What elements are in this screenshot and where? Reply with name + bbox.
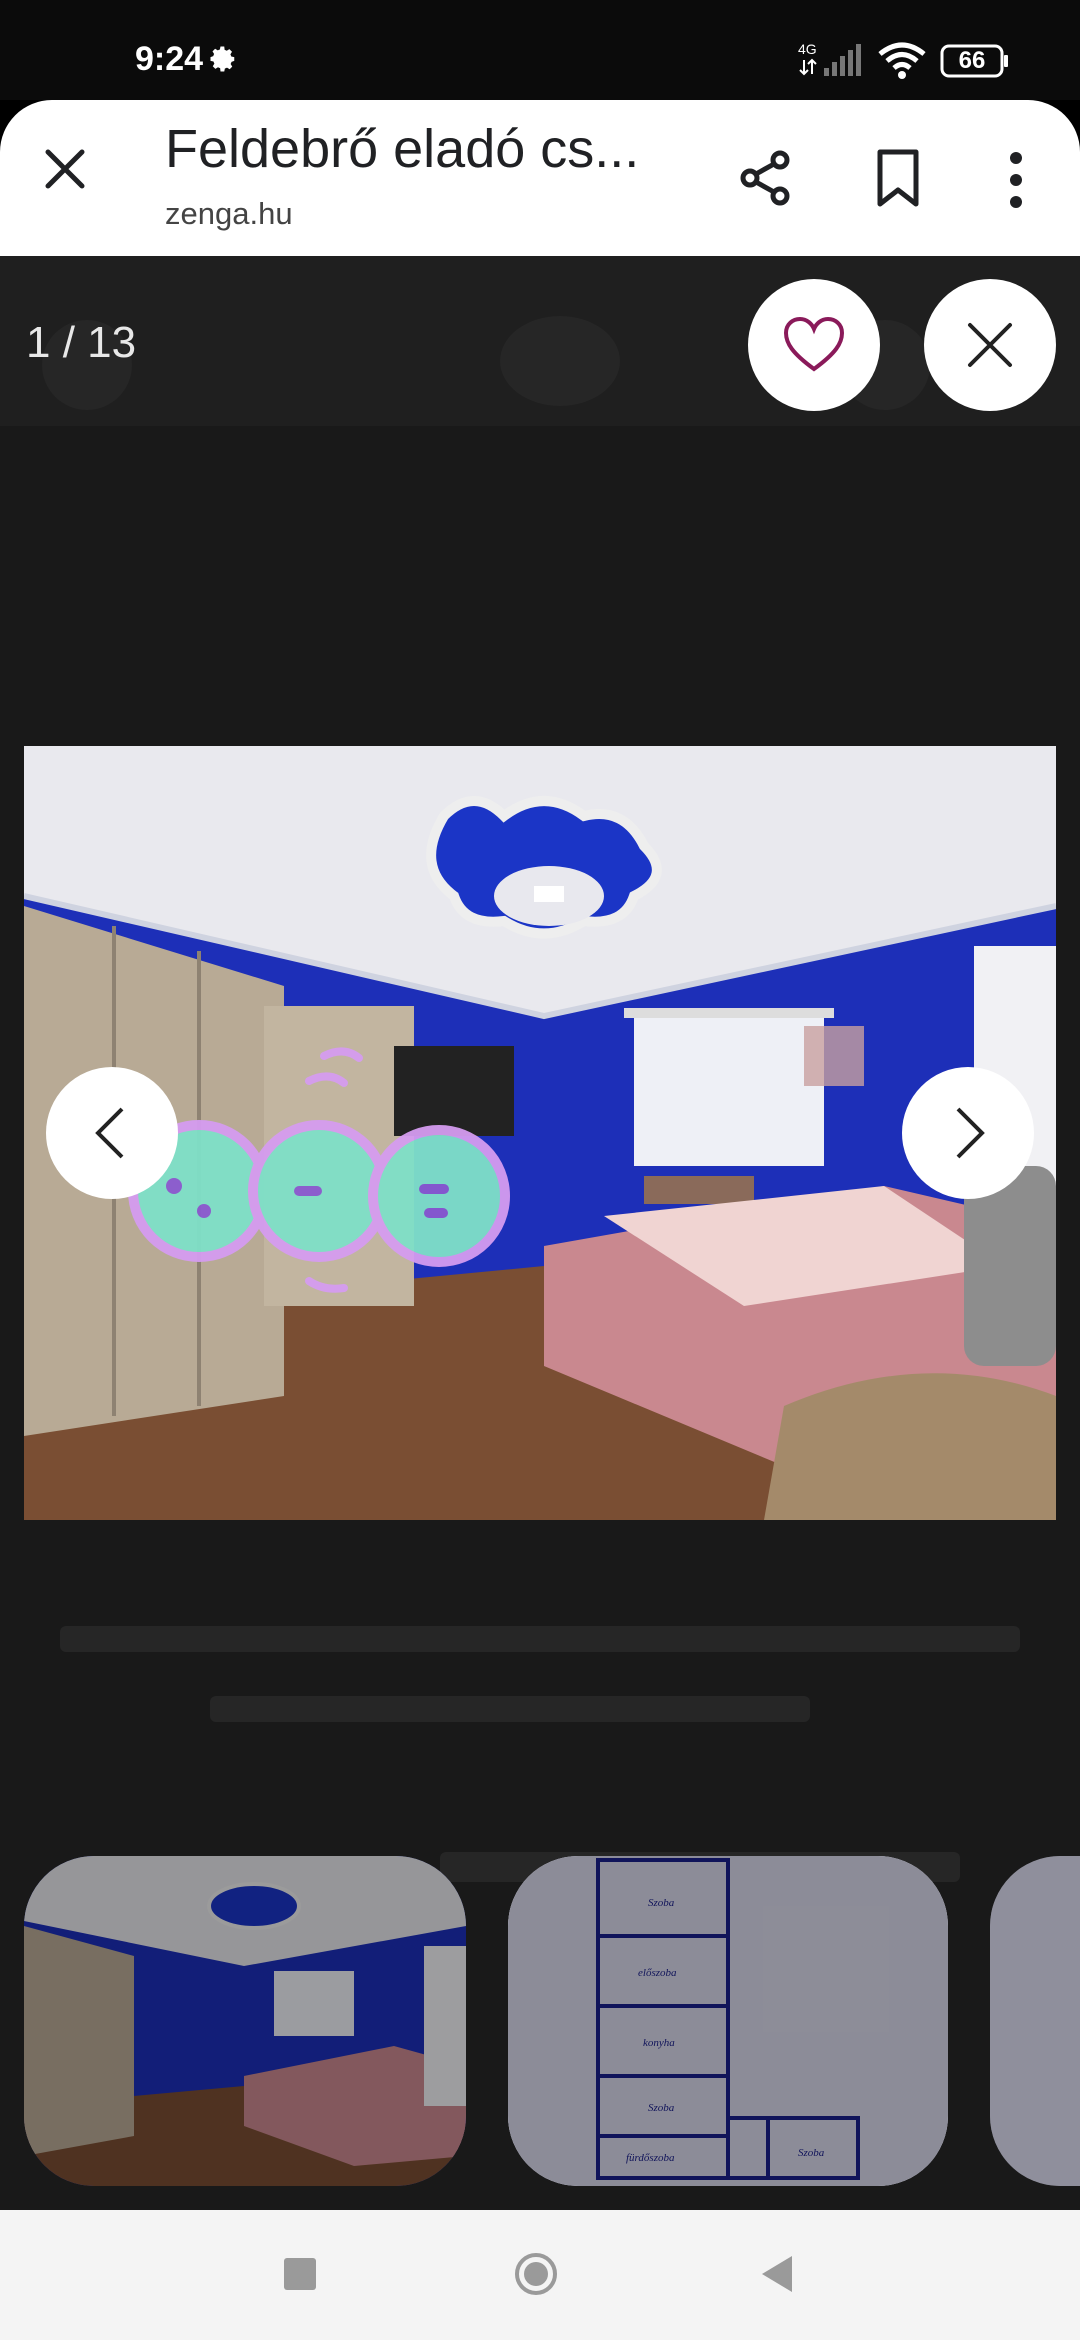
- close-icon[interactable]: [36, 140, 94, 198]
- battery-level: 66: [958, 47, 986, 74]
- close-icon: [968, 323, 1012, 367]
- thumbnail-1[interactable]: [24, 1856, 466, 2186]
- share-icon[interactable]: [734, 146, 798, 210]
- next-photo-button[interactable]: [902, 1067, 1034, 1199]
- bookmark-icon[interactable]: [872, 146, 924, 210]
- thumbnail-dim-overlay: [508, 1856, 948, 2186]
- chevron-right-icon: [956, 1107, 985, 1159]
- thumbnail-2[interactable]: Szoba előszoba konyha Szoba fürdőszoba S…: [508, 1856, 948, 2186]
- more-vert-icon[interactable]: [1000, 148, 1032, 212]
- thumbnail-3[interactable]: [990, 1856, 1080, 2186]
- wifi-icon: [878, 42, 926, 79]
- status-time: 9:24: [135, 40, 204, 78]
- page-title: Feldebrő eladó cs...: [165, 119, 640, 179]
- heart-icon: [783, 316, 845, 372]
- page-url: zenga.hu: [165, 196, 293, 231]
- network-type-label: 4G: [798, 41, 817, 57]
- thumbnail-dim-overlay: [24, 1856, 466, 2186]
- gallery-counter: 1 / 13: [26, 318, 137, 367]
- back-button[interactable]: [758, 2254, 794, 2294]
- home-button[interactable]: [514, 2252, 558, 2296]
- recents-button[interactable]: [284, 2258, 316, 2290]
- chevron-left-icon: [95, 1107, 124, 1159]
- settings-icon: [210, 46, 235, 72]
- signal-icon: 4G: [798, 40, 868, 80]
- previous-photo-button[interactable]: [46, 1067, 178, 1199]
- close-gallery-button[interactable]: [924, 279, 1056, 411]
- favorite-button[interactable]: [748, 279, 880, 411]
- thumbnail-dim-overlay: [990, 1856, 1080, 2186]
